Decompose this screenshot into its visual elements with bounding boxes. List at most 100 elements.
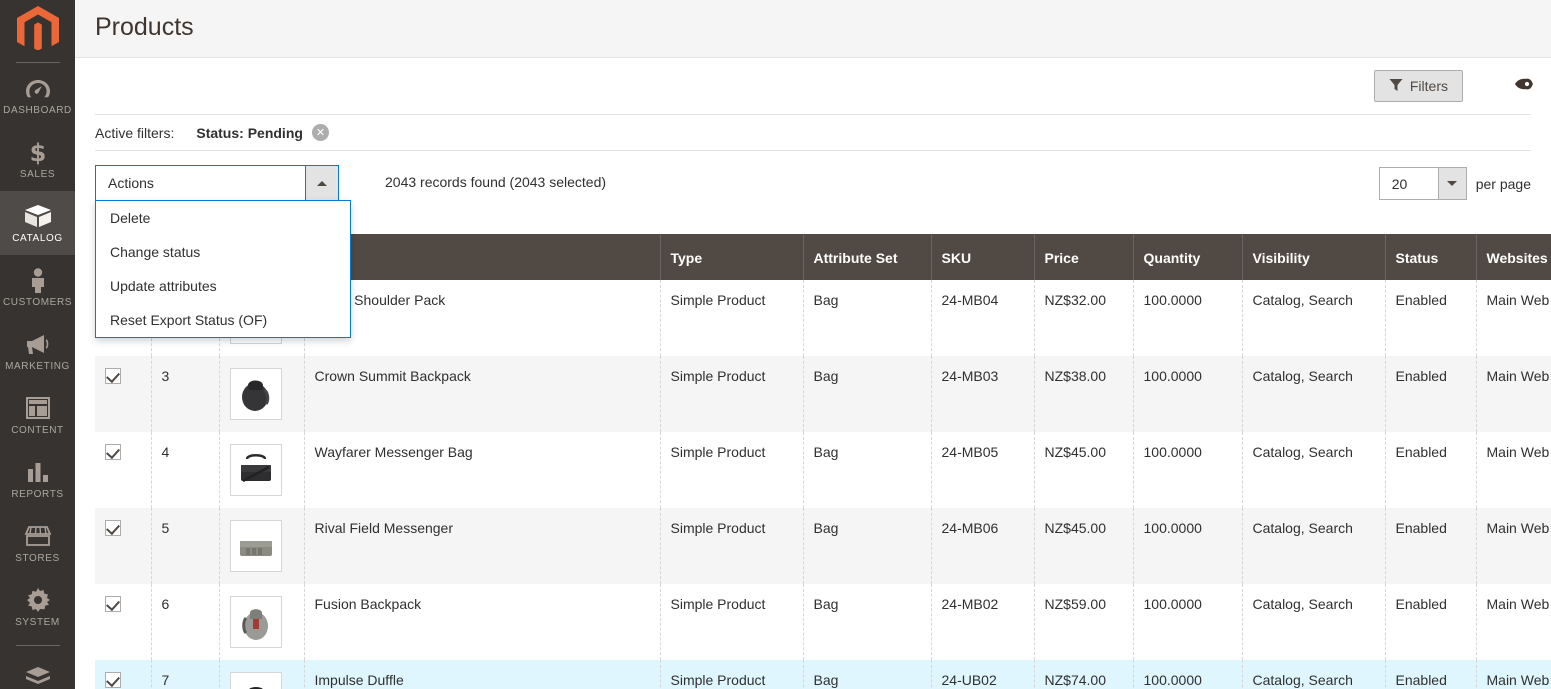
per-page-select[interactable]: 20 (1379, 167, 1467, 200)
cell-quantity: 100.0000 (1133, 508, 1242, 584)
cell-name[interactable]: Wayfarer Messenger Bag (304, 432, 660, 508)
menu-item-reset-export-status[interactable]: Reset Export Status (OF) (96, 303, 350, 337)
col-header-status[interactable]: Status (1385, 234, 1476, 280)
row-select-cell[interactable] (95, 584, 151, 660)
mass-actions-menu[interactable]: Delete Change status Update attributes R… (95, 200, 351, 338)
col-header-websites[interactable]: Websites (1476, 234, 1551, 280)
storefront-icon (2, 523, 73, 549)
row-checkbox[interactable] (105, 596, 121, 612)
filters-button[interactable]: Filters (1374, 70, 1463, 102)
eye-icon (1515, 76, 1541, 97)
cell-websites: Main Web (1476, 356, 1551, 432)
cell-name[interactable]: Fusion Backpack (304, 584, 660, 660)
sidebar-item-dashboard[interactable]: DASHBOARD (0, 63, 75, 127)
table-row[interactable]: 3Crown Summit BackpackSimple ProductBag2… (95, 356, 1551, 432)
cell-id: 6 (151, 584, 219, 660)
sidebar-item-label: DASHBOARD (2, 105, 73, 117)
row-checkbox[interactable] (105, 672, 121, 688)
per-page-toggle[interactable] (1438, 168, 1466, 199)
mass-actions-toggle[interactable] (305, 166, 338, 200)
table-row[interactable]: 5Rival Field MessengerSimple ProductBag2… (95, 508, 1551, 584)
mass-actions-select[interactable]: Actions (95, 165, 339, 201)
sidebar-item-customers[interactable]: CUSTOMERS (0, 255, 75, 319)
per-page-control: 20 per page (1379, 167, 1531, 200)
row-select-cell[interactable] (95, 660, 151, 689)
cell-status: Enabled (1385, 356, 1476, 432)
cell-name[interactable]: Strive Shoulder Pack (304, 280, 660, 356)
col-header-name[interactable] (304, 234, 660, 280)
row-select-cell[interactable] (95, 508, 151, 584)
cell-quantity: 100.0000 (1133, 356, 1242, 432)
grid-toolbar: Filters (75, 58, 1551, 114)
menu-item-delete[interactable]: Delete (96, 201, 350, 235)
cell-thumbnail (219, 660, 304, 689)
actions-row: Actions Delete Change status Update attr… (95, 151, 1531, 213)
menu-item-update-attributes[interactable]: Update attributes (96, 269, 350, 303)
sidebar-item-label: MARKETING (2, 361, 73, 373)
cell-sku: 24-MB05 (931, 432, 1034, 508)
table-row[interactable]: 6Fusion BackpackSimple ProductBag24-MB02… (95, 584, 1551, 660)
sidebar-item-label: CONTENT (2, 425, 73, 437)
columns-visibility-button[interactable] (1515, 72, 1551, 100)
cell-status: Enabled (1385, 432, 1476, 508)
cell-status: Enabled (1385, 280, 1476, 356)
per-page-value[interactable]: 20 (1380, 168, 1438, 199)
col-header-price[interactable]: Price (1034, 234, 1133, 280)
col-header-sku[interactable]: SKU (931, 234, 1034, 280)
row-select-cell[interactable] (95, 432, 151, 508)
cell-status: Enabled (1385, 660, 1476, 689)
active-filter-chip-label: Status: Pending (196, 125, 303, 141)
close-circle-icon[interactable]: ✕ (312, 124, 329, 141)
row-checkbox[interactable] (105, 444, 121, 460)
cell-visibility: Catalog, Search (1242, 508, 1385, 584)
gear-icon (2, 587, 73, 613)
col-header-visibility[interactable]: Visibility (1242, 234, 1385, 280)
sidebar-item-label: STORES (2, 553, 73, 565)
cell-name[interactable]: Impulse Duffle (304, 660, 660, 689)
cell-websites: Main Web (1476, 584, 1551, 660)
cell-type: Simple Product (660, 280, 803, 356)
cell-type: Simple Product (660, 508, 803, 584)
sidebar-divider-bottom (16, 645, 60, 646)
page-header: Products (75, 0, 1551, 58)
mass-actions-selected-label[interactable]: Actions (96, 166, 305, 200)
sidebar-item-label: CUSTOMERS (2, 297, 73, 309)
sidebar-item-stores[interactable]: STORES (0, 511, 75, 575)
col-header-type[interactable]: Type (660, 234, 803, 280)
cell-price: NZ$45.00 (1034, 508, 1133, 584)
sidebar-item-system[interactable]: SYSTEM (0, 575, 75, 639)
table-row[interactable]: 4Wayfarer Messenger BagSimple ProductBag… (95, 432, 1551, 508)
sidebar-item-sales[interactable]: $ SALES (0, 127, 75, 191)
cell-price: NZ$38.00 (1034, 356, 1133, 432)
row-select-cell[interactable] (95, 356, 151, 432)
magento-logo-icon (17, 6, 59, 50)
cell-attribute-set: Bag (803, 660, 931, 689)
cell-visibility: Catalog, Search (1242, 280, 1385, 356)
cell-price: NZ$32.00 (1034, 280, 1133, 356)
cell-name[interactable]: Rival Field Messenger (304, 508, 660, 584)
table-body: 2Strive Shoulder PackSimple ProductBag24… (95, 280, 1551, 689)
cell-id: 3 (151, 356, 219, 432)
cell-name[interactable]: Crown Summit Backpack (304, 356, 660, 432)
menu-item-change-status[interactable]: Change status (96, 235, 350, 269)
row-checkbox[interactable] (105, 520, 121, 536)
cell-sku: 24-MB06 (931, 508, 1034, 584)
funnel-icon (1389, 78, 1403, 95)
cell-id: 7 (151, 660, 219, 689)
sidebar-item-find-partners[interactable]: FIND PARTNERS & (0, 652, 75, 689)
partners-blocks-icon (2, 664, 73, 689)
sidebar-item-content[interactable]: CONTENT (0, 383, 75, 447)
col-header-attribute-set[interactable]: Attribute Set (803, 234, 931, 280)
sidebar-item-reports[interactable]: REPORTS (0, 447, 75, 511)
cell-quantity: 100.0000 (1133, 584, 1242, 660)
bar-chart-icon (2, 459, 73, 485)
magento-logo[interactable] (0, 0, 75, 56)
sidebar-item-catalog[interactable]: CATALOG (0, 191, 75, 255)
sidebar-item-marketing[interactable]: MARKETING (0, 319, 75, 383)
cell-type: Simple Product (660, 584, 803, 660)
table-row[interactable]: 7Impulse DuffleSimple ProductBag24-UB02N… (95, 660, 1551, 689)
row-checkbox[interactable] (105, 368, 121, 384)
cell-thumbnail (219, 432, 304, 508)
cell-type: Simple Product (660, 660, 803, 689)
col-header-quantity[interactable]: Quantity (1133, 234, 1242, 280)
